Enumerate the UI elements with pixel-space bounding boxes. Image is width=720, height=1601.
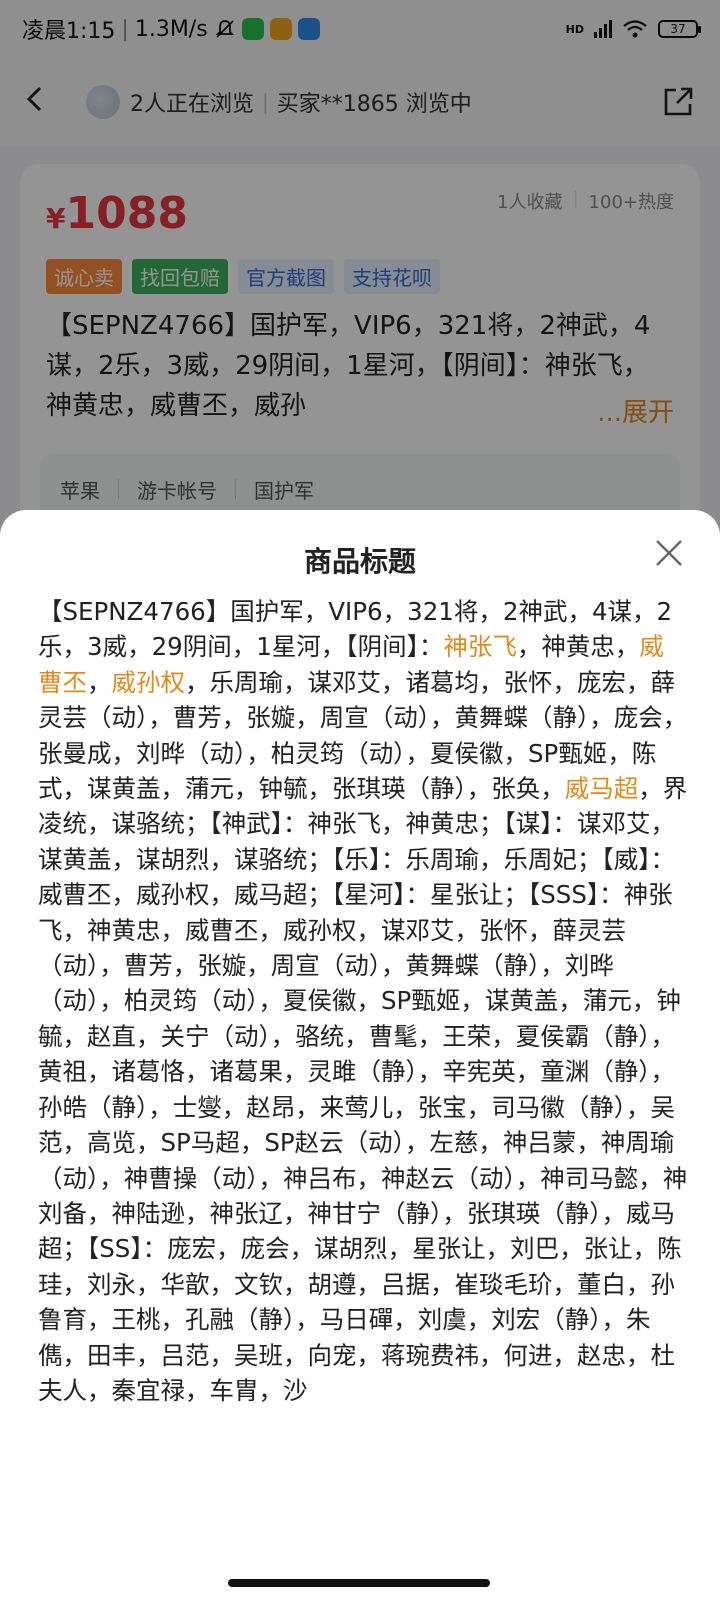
sheet-title: 商品标题 — [303, 545, 416, 578]
highlight-segment: 威孙权 — [111, 667, 186, 697]
full-title-text: 【SEPNZ4766】国护军，VIP6，321将，2神武，4谋，2乐，3威，29… — [38, 594, 688, 1408]
title-bottom-sheet: 商品标题 【SEPNZ4766】国护军，VIP6，321将，2神武，4谋，2乐，… — [0, 510, 720, 1601]
title-segment: ，神黄忠， — [516, 632, 640, 662]
home-indicator[interactable] — [228, 1579, 490, 1587]
title-segment: ， — [87, 667, 112, 697]
highlight-segment: 威马超 — [564, 774, 639, 804]
title-segment: ，界凌统，谋骆统；【神武】：神张飞，神黄忠；【谋】：谋邓艾，谋黄盖，谋胡烈，谋骆… — [38, 774, 688, 1405]
highlight-segment: 神张飞 — [443, 632, 517, 662]
close-icon[interactable] — [654, 538, 684, 568]
